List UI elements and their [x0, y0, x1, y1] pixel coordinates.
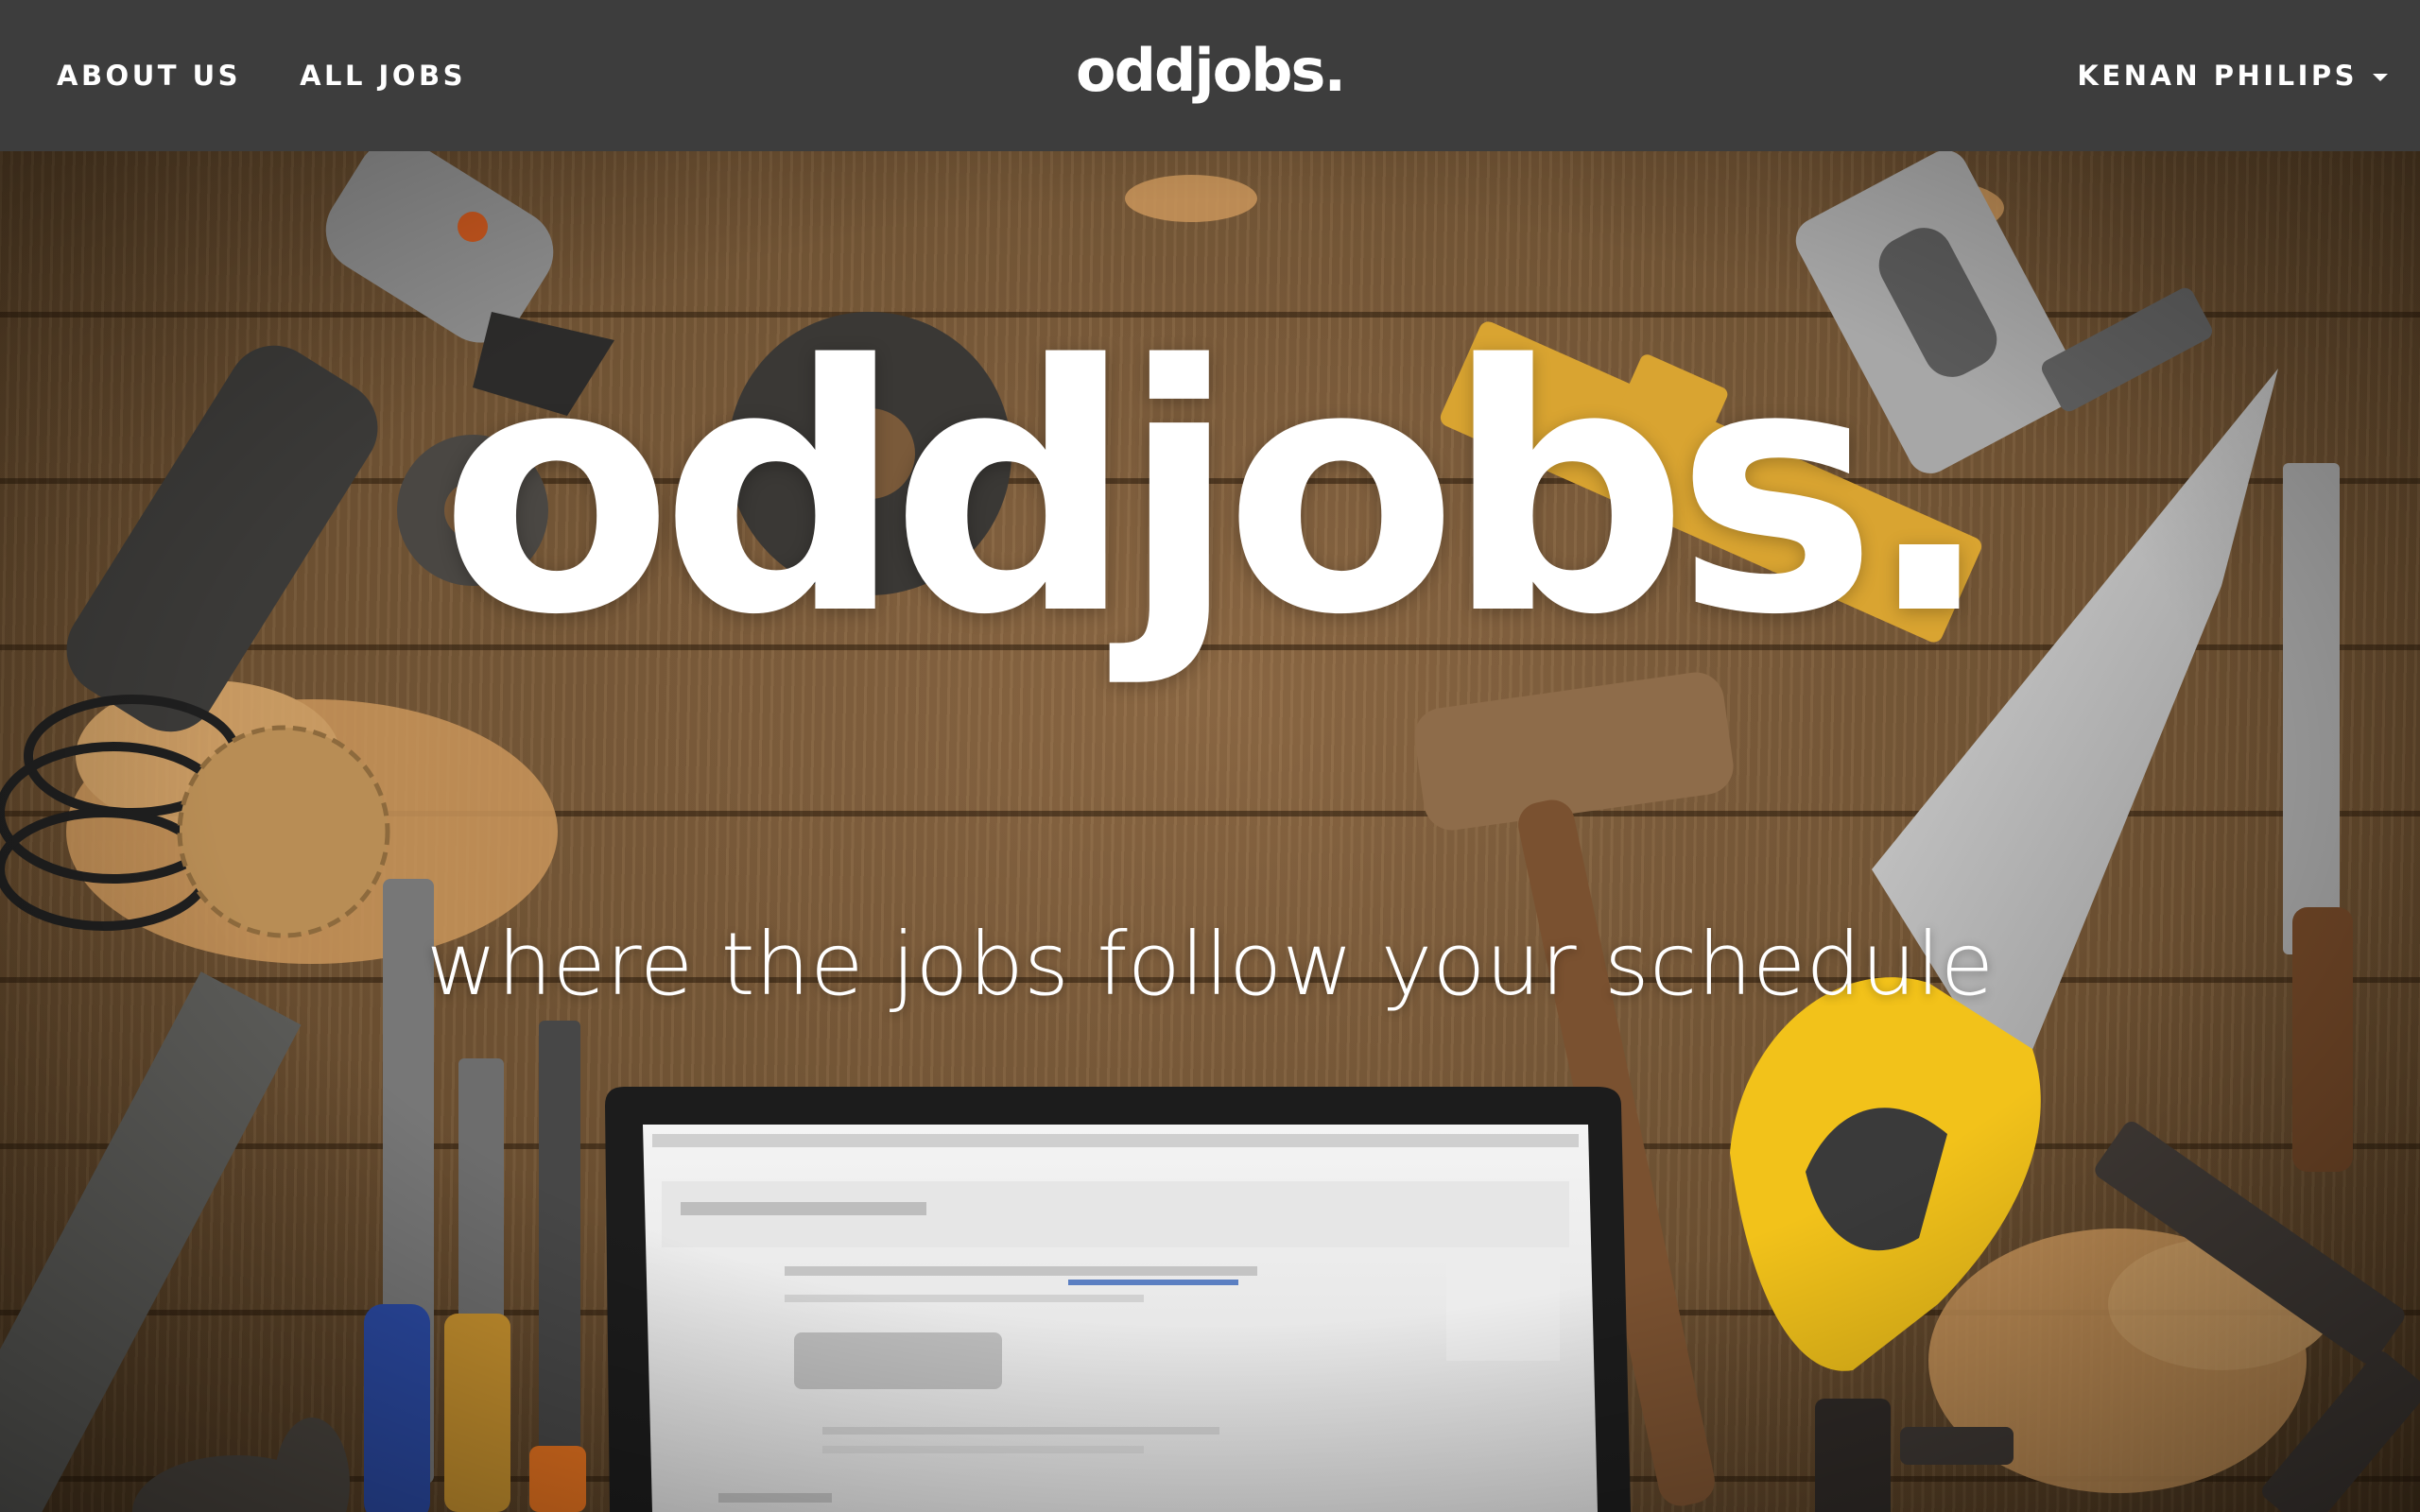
nav-links: ABOUT US ALL JOBS: [57, 0, 466, 151]
nav-link-about-us[interactable]: ABOUT US: [57, 60, 241, 92]
hero-section: oddjobs. where the jobs follow your sche…: [0, 151, 2420, 1512]
nav-link-all-jobs[interactable]: ALL JOBS: [300, 60, 466, 92]
nav-logo-text[interactable]: oddjobs.: [1076, 36, 1346, 105]
user-menu-dropdown[interactable]: KENAN PHILIPS: [2077, 0, 2388, 151]
hero-tagline: where the jobs follow your schedule: [425, 914, 1995, 1015]
hero-title: oddjobs.: [439, 293, 1994, 689]
caret-down-icon: [2373, 73, 2388, 81]
top-navbar: ABOUT US ALL JOBS oddjobs. KENAN PHILIPS: [0, 0, 2420, 151]
user-name: KENAN PHILIPS: [2077, 60, 2358, 92]
